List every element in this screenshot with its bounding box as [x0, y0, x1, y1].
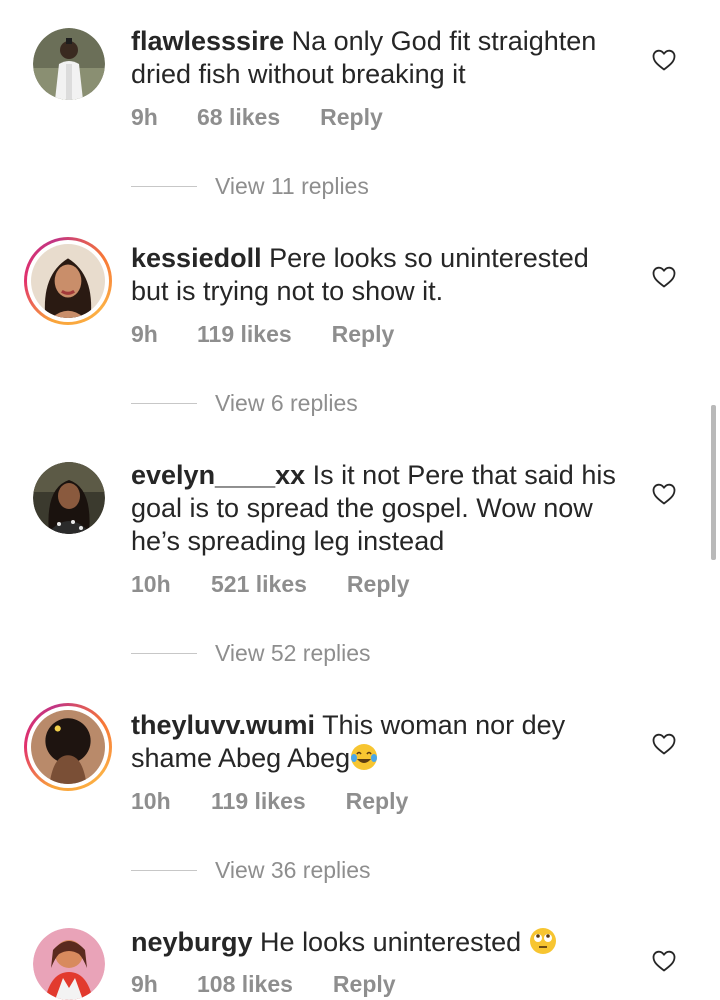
comment-meta: 9h 119 likes Reply	[131, 321, 394, 348]
comment-text: flawlesssire Na only God fit straighten …	[131, 25, 631, 91]
avatar-image	[33, 928, 105, 1000]
avatar-image	[33, 28, 105, 100]
comment-meta: 9h 68 likes Reply	[131, 104, 383, 131]
avatar-image	[33, 462, 105, 534]
comment-username[interactable]: theyluvv.wumi	[131, 710, 315, 740]
replies-divider	[131, 870, 197, 871]
scrollbar[interactable]	[711, 405, 716, 560]
comment-body: He looks uninterested	[260, 927, 522, 957]
comment-username[interactable]: kessiedoll	[131, 243, 262, 273]
view-replies-button[interactable]: View 52 replies	[131, 640, 371, 667]
comment-text: evelyn____xx Is it not Pere that said hi…	[131, 459, 631, 558]
replies-divider	[131, 653, 197, 654]
rolling-eyes-emoji-icon	[529, 928, 556, 954]
comment-meta: 9h 108 likes Reply	[131, 971, 396, 998]
comment-username[interactable]: flawlesssire	[131, 26, 284, 56]
comment-time: 9h	[131, 971, 158, 997]
reply-button[interactable]: Reply	[346, 788, 409, 815]
avatar[interactable]	[33, 462, 105, 534]
view-replies-button[interactable]: View 36 replies	[131, 857, 371, 884]
comment-likes[interactable]: 119 likes	[211, 788, 306, 815]
comment-meta: 10h 521 likes Reply	[131, 571, 410, 598]
comment-username[interactable]: neyburgy	[131, 927, 253, 957]
comment-likes[interactable]: 119 likes	[197, 321, 292, 348]
like-heart-icon[interactable]	[652, 266, 676, 288]
comment-text: theyluvv.wumi This woman nor dey shame A…	[131, 709, 631, 775]
comment-likes[interactable]: 108 likes	[197, 971, 293, 998]
view-replies-label: View 36 replies	[215, 857, 371, 883]
like-heart-icon[interactable]	[652, 49, 676, 71]
reply-button[interactable]: Reply	[332, 321, 395, 348]
avatar[interactable]	[24, 237, 112, 325]
comment-likes[interactable]: 68 likes	[197, 104, 280, 131]
comment-text: neyburgy He looks uninterested	[131, 926, 631, 959]
replies-divider	[131, 403, 197, 404]
reply-button[interactable]: Reply	[333, 971, 396, 998]
replies-divider	[131, 186, 197, 187]
comment-text: kessiedoll Pere looks so uninterested bu…	[131, 242, 631, 308]
comment-time: 10h	[131, 571, 171, 597]
reply-button[interactable]: Reply	[320, 104, 383, 131]
view-replies-label: View 52 replies	[215, 640, 371, 666]
avatar-image	[31, 244, 105, 318]
comment-time: 9h	[131, 321, 158, 347]
view-replies-button[interactable]: View 11 replies	[131, 173, 369, 200]
comment-meta: 10h 119 likes Reply	[131, 788, 408, 815]
avatar[interactable]	[33, 928, 105, 1000]
like-heart-icon[interactable]	[652, 733, 676, 755]
comment-likes[interactable]: 521 likes	[211, 571, 307, 598]
comment-username[interactable]: evelyn____xx	[131, 460, 305, 490]
tears-of-joy-emoji-icon	[351, 744, 378, 770]
avatar[interactable]	[24, 703, 112, 791]
like-heart-icon[interactable]	[652, 483, 676, 505]
view-replies-button[interactable]: View 6 replies	[131, 390, 358, 417]
comment-time: 10h	[131, 788, 171, 814]
like-heart-icon[interactable]	[652, 950, 676, 972]
avatar-image	[31, 710, 105, 784]
view-replies-label: View 11 replies	[215, 173, 369, 199]
comment-time: 9h	[131, 104, 158, 130]
view-replies-label: View 6 replies	[215, 390, 358, 416]
avatar[interactable]	[33, 28, 105, 100]
reply-button[interactable]: Reply	[347, 571, 410, 598]
